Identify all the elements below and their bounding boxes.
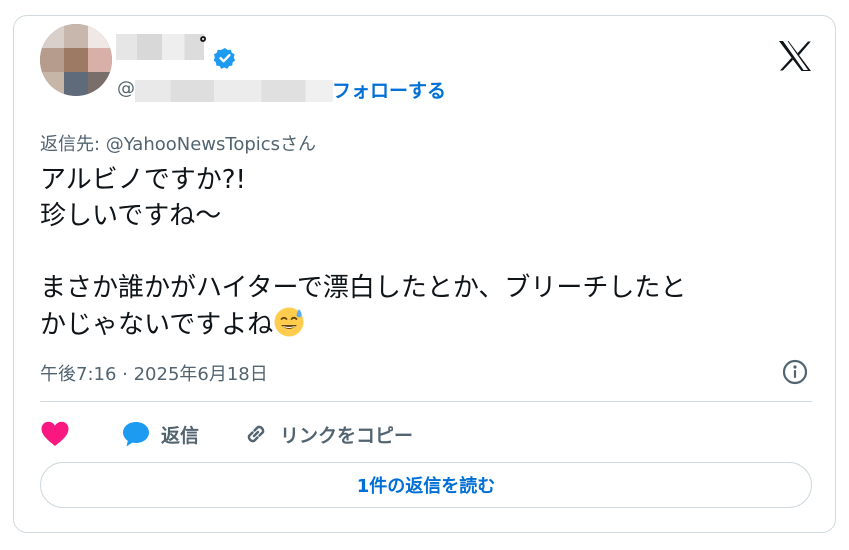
tweet-line <box>40 234 810 270</box>
tweet-line: アルビノですか?! <box>40 165 246 195</box>
tweet-line-text: かじゃないですよね <box>40 310 274 340</box>
tweet-text: アルビノですか?! 珍しいですね〜 まさか誰かがハイターで漂白したとか、ブリーチ… <box>40 162 810 343</box>
like-button[interactable] <box>40 419 70 449</box>
reply-label: 返信 <box>161 424 200 447</box>
link-icon <box>247 425 265 443</box>
info-icon[interactable] <box>782 359 808 385</box>
divider <box>40 401 812 402</box>
x-logo-icon[interactable] <box>778 40 812 72</box>
author-name-blurred[interactable] <box>116 34 204 60</box>
tweet-line: 珍しいですね〜 <box>40 201 222 231</box>
copy-link-button[interactable]: リンクをコピー <box>242 419 413 449</box>
reply-bubble-icon <box>123 422 149 447</box>
follow-button[interactable]: フォローする <box>332 76 446 103</box>
copy-link-label: リンクをコピー <box>280 424 414 447</box>
author-handle-prefix: @ <box>117 78 135 99</box>
read-replies-button[interactable]: 1件の返信を読む <box>40 462 812 508</box>
avatar[interactable] <box>40 24 112 96</box>
embedded-tweet-card: ゜ @ フォローする 返信先: @YahooNewsTopicsさん アルビノで… <box>13 15 836 533</box>
reply-button[interactable]: 返信 <box>121 419 199 449</box>
reply-to-label[interactable]: 返信先: @YahooNewsTopicsさん <box>40 130 316 156</box>
tweet-timestamp[interactable]: 午後7:16 · 2025年6月18日 <box>40 360 268 386</box>
author-handle-blurred <box>135 80 333 102</box>
sweat-smile-emoji-icon <box>274 307 304 337</box>
heart-icon <box>41 421 69 446</box>
tweet-line: まさか誰かがハイターで漂白したとか、ブリーチしたと <box>40 273 687 303</box>
tweet-line: かじゃないですよね <box>40 306 810 343</box>
verified-badge-icon <box>214 48 236 69</box>
